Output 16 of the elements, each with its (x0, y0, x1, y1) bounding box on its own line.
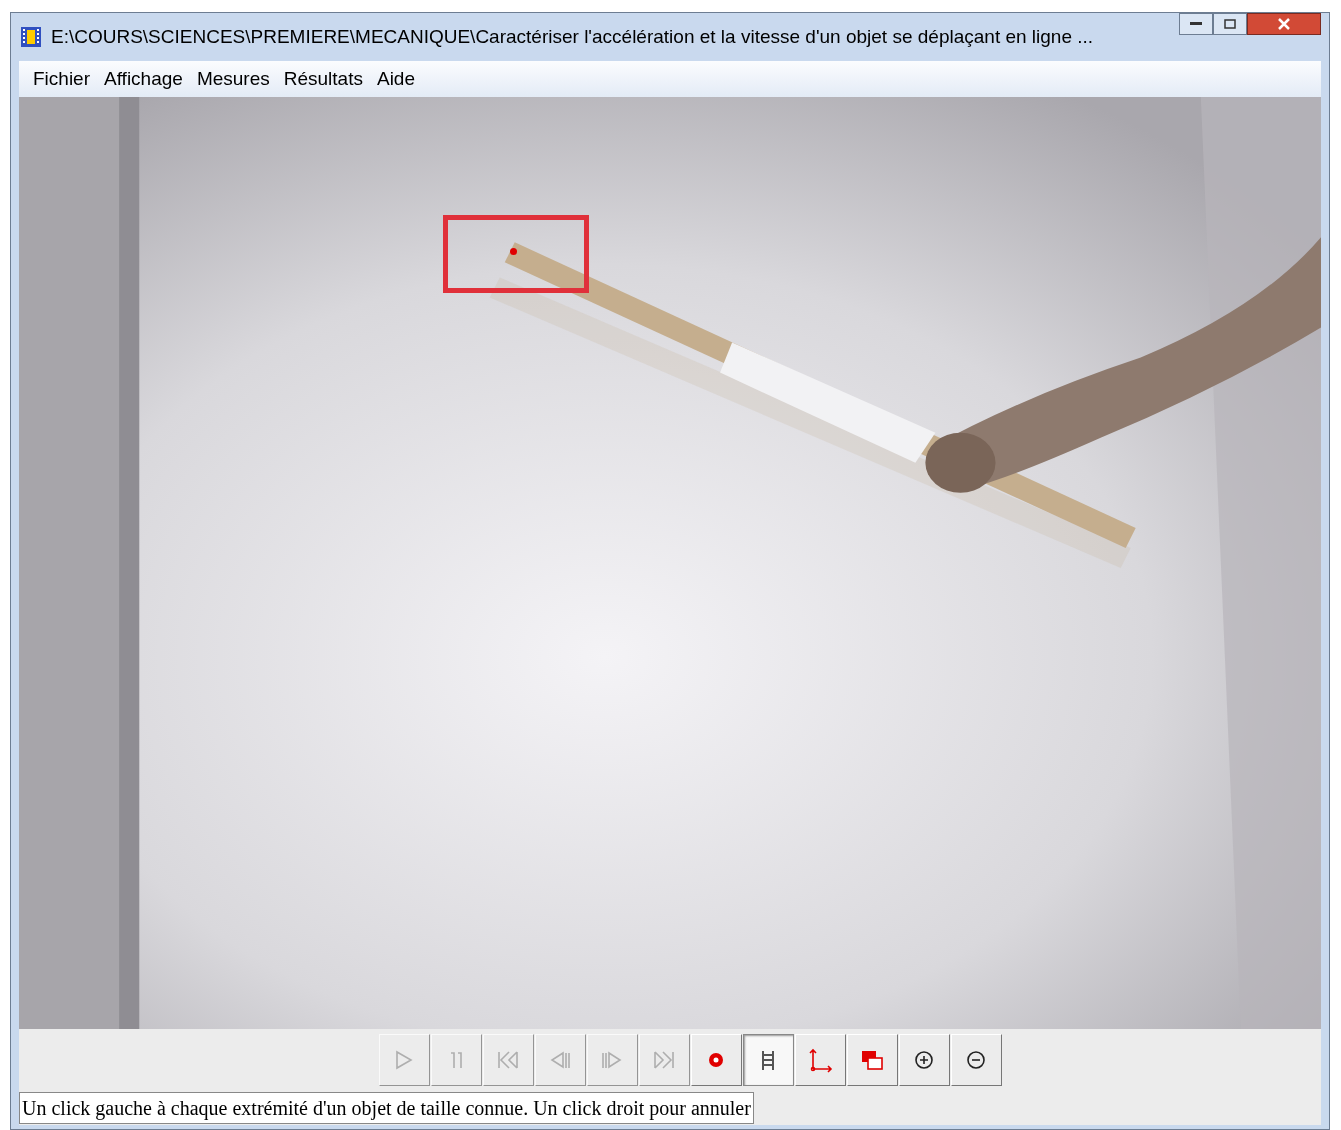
minimize-button[interactable] (1179, 13, 1213, 35)
menu-item[interactable]: Résultats (277, 64, 369, 94)
menu-item[interactable]: Affichage (98, 64, 189, 94)
axes-icon (807, 1047, 833, 1073)
close-button[interactable] (1247, 13, 1321, 35)
film-icon (19, 25, 43, 49)
menu-item[interactable]: Mesures (190, 64, 276, 94)
menu-item[interactable]: Aide (370, 64, 421, 94)
close-icon (1277, 18, 1291, 30)
toolbar-button[interactable] (742, 1034, 794, 1086)
maximize-icon (1224, 19, 1236, 29)
menu-item[interactable]: Fichier (27, 64, 96, 94)
status-bar: Un click gauche à chaque extrémité d'un objet de taille connue. Un click droit pour annuler (19, 1092, 754, 1124)
minimize-icon (1190, 22, 1202, 26)
maximize-button[interactable] (1213, 13, 1247, 35)
window-title: E:\COURS\SCIENCES\PREMIERE\MECANIQUE\Caractériser l'accélération et la vitesse d'un objet se déplaçant en ligne ... (51, 24, 1095, 49)
